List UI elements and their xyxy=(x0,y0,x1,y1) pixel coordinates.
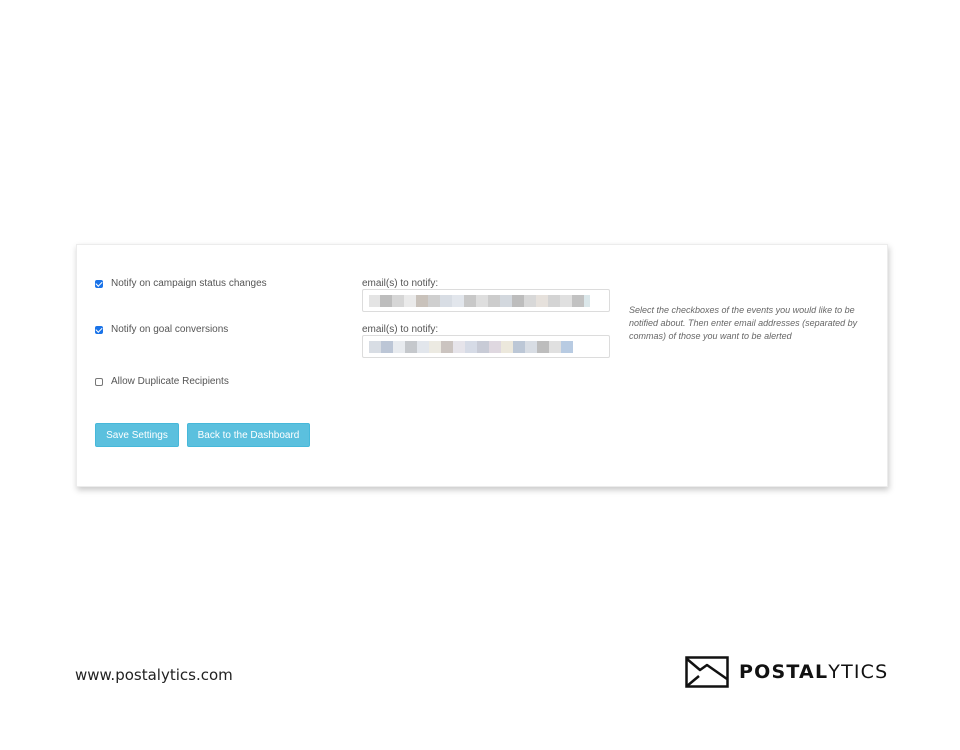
duplicate-recipients-row[interactable]: Allow Duplicate Recipients xyxy=(95,376,229,387)
notification-settings-panel: Notify on campaign status changes email(… xyxy=(76,244,888,487)
envelope-icon xyxy=(685,656,729,688)
goal-conversions-label: Notify on goal conversions xyxy=(111,324,229,335)
goal-conversions-row[interactable]: Notify on goal conversions xyxy=(95,324,228,335)
postalytics-logo: POSTALYTICS xyxy=(685,656,888,688)
logo-text-bold: POSTAL xyxy=(739,661,829,683)
goal-email-label: email(s) to notify: xyxy=(362,324,439,335)
campaign-email-input[interactable] xyxy=(362,289,610,312)
goal-email-input[interactable] xyxy=(362,335,610,358)
campaign-status-label: Notify on campaign status changes xyxy=(111,278,267,289)
checkbox-checked-icon[interactable] xyxy=(95,279,103,288)
save-settings-button[interactable]: Save Settings xyxy=(95,423,179,447)
help-text: Select the checkboxes of the events you … xyxy=(629,305,858,341)
back-to-dashboard-button[interactable]: Back to the Dashboard xyxy=(187,423,310,447)
checkbox-unchecked-icon[interactable] xyxy=(95,377,103,386)
campaign-status-row[interactable]: Notify on campaign status changes xyxy=(95,278,267,289)
duplicate-recipients-label: Allow Duplicate Recipients xyxy=(111,376,229,387)
logo-text: POSTALYTICS xyxy=(739,661,888,683)
checkbox-checked-icon[interactable] xyxy=(95,325,103,334)
campaign-email-label: email(s) to notify: xyxy=(362,278,439,289)
footer-url[interactable]: www.postalytics.com xyxy=(75,666,233,684)
logo-text-light: YTICS xyxy=(828,661,889,683)
